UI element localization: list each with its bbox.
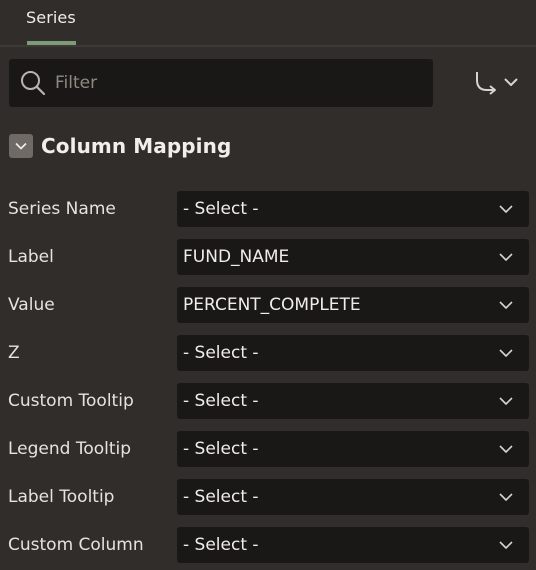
z-select[interactable]: - Select - [177, 335, 529, 371]
label-tooltip-select[interactable]: - Select - [177, 479, 529, 515]
legend-tooltip-select[interactable]: - Select - [177, 431, 529, 467]
field-label: Series Name [8, 199, 116, 219]
chevron-down-icon [499, 493, 513, 501]
field-row-value: Value PERCENT_COMPLETE [0, 287, 536, 323]
select-value: - Select - [183, 487, 259, 507]
tab-bar: Series [0, 0, 536, 47]
select-value: PERCENT_COMPLETE [183, 295, 361, 315]
chevron-down-icon [499, 397, 513, 405]
field-label: Label [8, 247, 54, 267]
collapse-toggle-button[interactable] [9, 134, 33, 158]
field-row-custom-column: Custom Column - Select - [0, 527, 536, 563]
field-label: Z [8, 343, 20, 363]
filter-box [9, 59, 433, 107]
field-row-z: Z - Select - [0, 335, 536, 371]
search-icon [21, 71, 46, 96]
value-select[interactable]: PERCENT_COMPLETE [177, 287, 529, 323]
field-row-custom-tooltip: Custom Tooltip - Select - [0, 383, 536, 419]
field-row-label: Label FUND_NAME [0, 239, 536, 275]
field-row-series-name: Series Name - Select - [0, 191, 536, 227]
chevron-down-icon [499, 301, 513, 309]
field-label: Legend Tooltip [8, 439, 132, 459]
field-label: Custom Tooltip [8, 391, 134, 411]
custom-tooltip-select[interactable]: - Select - [177, 383, 529, 419]
select-value: FUND_NAME [183, 247, 290, 267]
chevron-down-icon [499, 445, 513, 453]
custom-column-select[interactable]: - Select - [177, 527, 529, 563]
select-value: - Select - [183, 439, 259, 459]
tab-series-label: Series [26, 8, 76, 27]
chevron-down-icon [499, 205, 513, 213]
label-select[interactable]: FUND_NAME [177, 239, 529, 275]
section-header: Column Mapping [9, 132, 231, 160]
chevron-down-icon [499, 349, 513, 357]
chevron-down-icon [499, 541, 513, 549]
tab-series[interactable]: Series [10, 0, 76, 45]
goto-menu-button[interactable] [470, 68, 522, 98]
series-name-select[interactable]: - Select - [177, 191, 529, 227]
field-label: Label Tooltip [8, 487, 115, 507]
field-row-label-tooltip: Label Tooltip - Select - [0, 479, 536, 515]
section-title: Column Mapping [41, 134, 232, 158]
select-value: - Select - [183, 343, 259, 363]
chevron-down-icon [499, 253, 513, 261]
select-value: - Select - [183, 199, 259, 219]
filter-input[interactable] [55, 59, 415, 107]
select-value: - Select - [183, 535, 259, 555]
field-row-legend-tooltip: Legend Tooltip - Select - [0, 431, 536, 467]
chevron-down-icon [504, 78, 518, 86]
chevron-down-icon [15, 142, 27, 150]
select-value: - Select - [183, 391, 259, 411]
active-tab-indicator [27, 41, 76, 45]
property-editor-panel: Series Column Mapping Series Name - Sele… [0, 0, 536, 570]
field-label: Custom Column [8, 535, 144, 555]
field-label: Value [8, 295, 55, 315]
goto-arrow-icon [476, 72, 518, 95]
